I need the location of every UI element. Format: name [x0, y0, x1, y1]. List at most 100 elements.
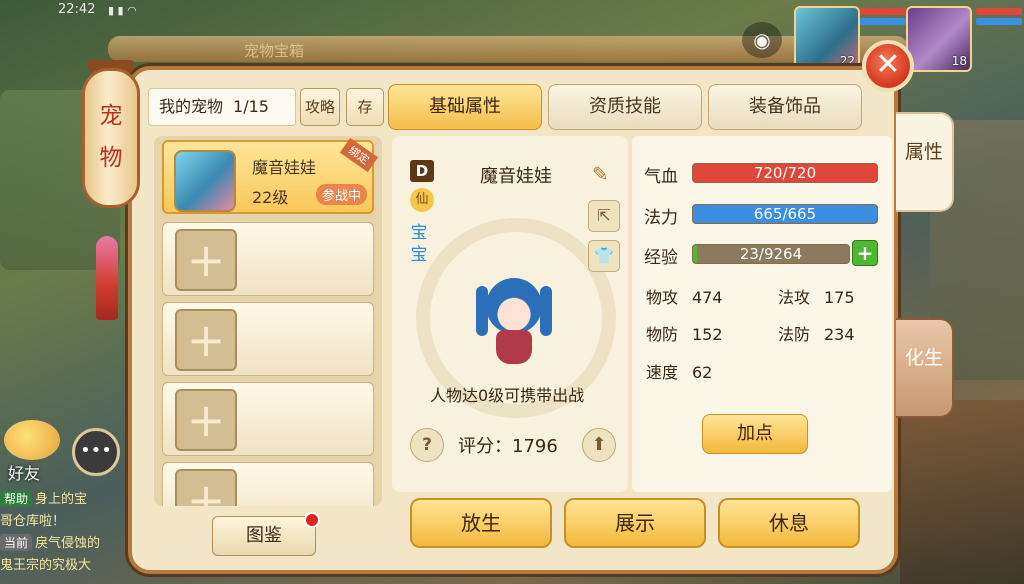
lantern-char: 物: [99, 145, 123, 171]
add-pet-icon: +: [175, 229, 237, 291]
chat-text: 鬼王宗的究极大: [0, 558, 92, 573]
mp-text: 665/665: [753, 205, 817, 223]
pet-list[interactable]: 魔音娃娃 22级 参战中 绑定 + + + +: [154, 136, 382, 506]
chat-bubble-icon[interactable]: •••: [72, 428, 120, 476]
hp-text: 720/720: [753, 164, 817, 182]
pet-lantern-title: 宠 物: [82, 68, 140, 208]
avatar-mp-bar: [860, 18, 906, 25]
stat-key: 物防: [646, 325, 679, 344]
stat-value: 234: [824, 325, 855, 344]
pet-count: 1/15: [233, 97, 269, 116]
pet-portrait: [174, 150, 236, 212]
pet-slot-empty[interactable]: +: [162, 462, 374, 506]
chat-line: 当前 戾气侵蚀的: [0, 532, 140, 554]
stat-value: 175: [824, 288, 855, 307]
party-avatar-2[interactable]: 18: [906, 6, 972, 72]
pet-head: [486, 278, 542, 334]
background-roof: [900, 400, 1024, 584]
faded-title: 宠物宝箱: [244, 42, 305, 60]
tab-aptitude-skills[interactable]: 资质技能: [548, 84, 702, 130]
hp-row: 气血: [644, 162, 692, 187]
camera-icon[interactable]: ◉: [742, 22, 782, 58]
avatar-hp-bar: [860, 8, 906, 15]
stat-key: 法攻: [778, 288, 811, 307]
pet-level: 22级: [252, 188, 289, 207]
status-icons: ▮ ▮ ◠: [108, 4, 137, 17]
show-button[interactable]: 展示: [564, 498, 706, 548]
rest-button[interactable]: 休息: [718, 498, 860, 548]
avatar-level: 18: [951, 54, 967, 68]
baby-pet-label: 宝宝: [410, 223, 428, 265]
exp-text: 23/9264: [739, 245, 803, 263]
side-tab-rebirth[interactable]: 化生: [896, 318, 954, 418]
close-icon[interactable]: ✕: [862, 40, 914, 92]
guide-button[interactable]: 攻略: [300, 88, 340, 126]
tab-basic-attributes[interactable]: 基础属性: [388, 84, 542, 130]
storage-button[interactable]: 存: [346, 88, 384, 126]
pet-hair-right: [540, 286, 552, 336]
my-pets-header: 我的宠物 1/15: [148, 88, 296, 126]
stat-value: 152: [692, 325, 723, 344]
friends-icon[interactable]: [4, 420, 60, 460]
panel-scroll-top: [108, 36, 908, 62]
avatar-hp-bar: [976, 8, 1022, 15]
add-pet-icon: +: [175, 469, 237, 506]
stat-mag-atk: 法攻 175: [778, 284, 855, 308]
share-icon[interactable]: ⇱: [588, 200, 620, 232]
side-tab-label: 属性: [904, 141, 943, 163]
pet-model[interactable]: [470, 272, 558, 368]
notification-dot: [304, 512, 320, 528]
stat-phys-def: 物防 152: [646, 321, 723, 345]
pet-display-name: 魔音娃娃: [480, 166, 552, 187]
chat-line: 鬼王宗的究极大: [0, 554, 140, 576]
shirt-icon[interactable]: 👕: [588, 240, 620, 272]
exp-bar: 23/9264: [692, 244, 850, 264]
add-exp-button[interactable]: +: [852, 240, 878, 266]
bar-fill: [693, 245, 697, 263]
pet-slot-selected[interactable]: 魔音娃娃 22级 参战中 绑定: [162, 137, 379, 214]
hp-label: 气血: [644, 167, 678, 187]
stat-speed: 速度 62: [646, 359, 712, 383]
stat-mag-def: 法防 234: [778, 321, 855, 345]
pet-body: [496, 330, 532, 364]
pet-slot-empty[interactable]: +: [162, 302, 374, 376]
pet-slot-empty[interactable]: +: [162, 382, 374, 456]
chat-text: 戾气侵蚀的: [35, 536, 101, 551]
add-pet-icon: +: [175, 309, 237, 371]
stat-value: 62: [692, 363, 713, 382]
immortal-badge: 仙: [410, 188, 434, 212]
pet-slot-empty[interactable]: +: [162, 222, 374, 296]
chat-line: 帮助 身上的宝: [0, 488, 140, 510]
pet-atlas-button[interactable]: 图鉴: [212, 516, 316, 556]
release-button[interactable]: 放生: [410, 498, 552, 548]
friends-label: 好友: [8, 464, 41, 483]
party-avatar-1[interactable]: 22: [794, 6, 860, 72]
score-value: 1796: [512, 436, 558, 457]
my-pets-label: 我的宠物: [159, 97, 224, 116]
tab-equipment[interactable]: 装备饰品: [708, 84, 862, 130]
pet-name: 魔音娃娃: [252, 158, 317, 177]
chat-log[interactable]: 帮助 身上的宝 哥仓库啦！ 当前 戾气侵蚀的 鬼王宗的究极大: [0, 488, 140, 576]
side-tab-attributes[interactable]: 属性: [896, 112, 954, 212]
pet-score: 评分：1796: [458, 432, 558, 458]
exp-row: 经验: [644, 243, 692, 268]
carry-requirement: 人物达0级可携带出战: [430, 386, 585, 405]
score-help-icon[interactable]: ?: [410, 428, 444, 462]
avatar-mp-bar: [976, 18, 1022, 25]
score-up-icon[interactable]: ⬆: [582, 428, 616, 462]
chat-line: 哥仓库啦！: [0, 510, 140, 532]
hp-bar: 720/720: [692, 163, 878, 183]
side-tab-label: 化生: [904, 347, 943, 369]
stat-phys-atk: 物攻 474: [646, 284, 723, 308]
mp-bar: 665/665: [692, 204, 878, 224]
lantern-tassel: [96, 236, 118, 320]
score-label: 评分：: [458, 436, 512, 457]
chat-text: 哥仓库啦！: [0, 514, 66, 529]
stat-key: 法防: [778, 325, 811, 344]
bound-ribbon: 绑定: [339, 137, 379, 173]
stat-value: 474: [692, 288, 723, 307]
stat-key: 速度: [646, 363, 679, 382]
rename-pencil-icon[interactable]: ✎: [592, 162, 609, 186]
add-point-button[interactable]: 加点: [702, 414, 808, 454]
lantern-char: 宠: [99, 103, 123, 129]
